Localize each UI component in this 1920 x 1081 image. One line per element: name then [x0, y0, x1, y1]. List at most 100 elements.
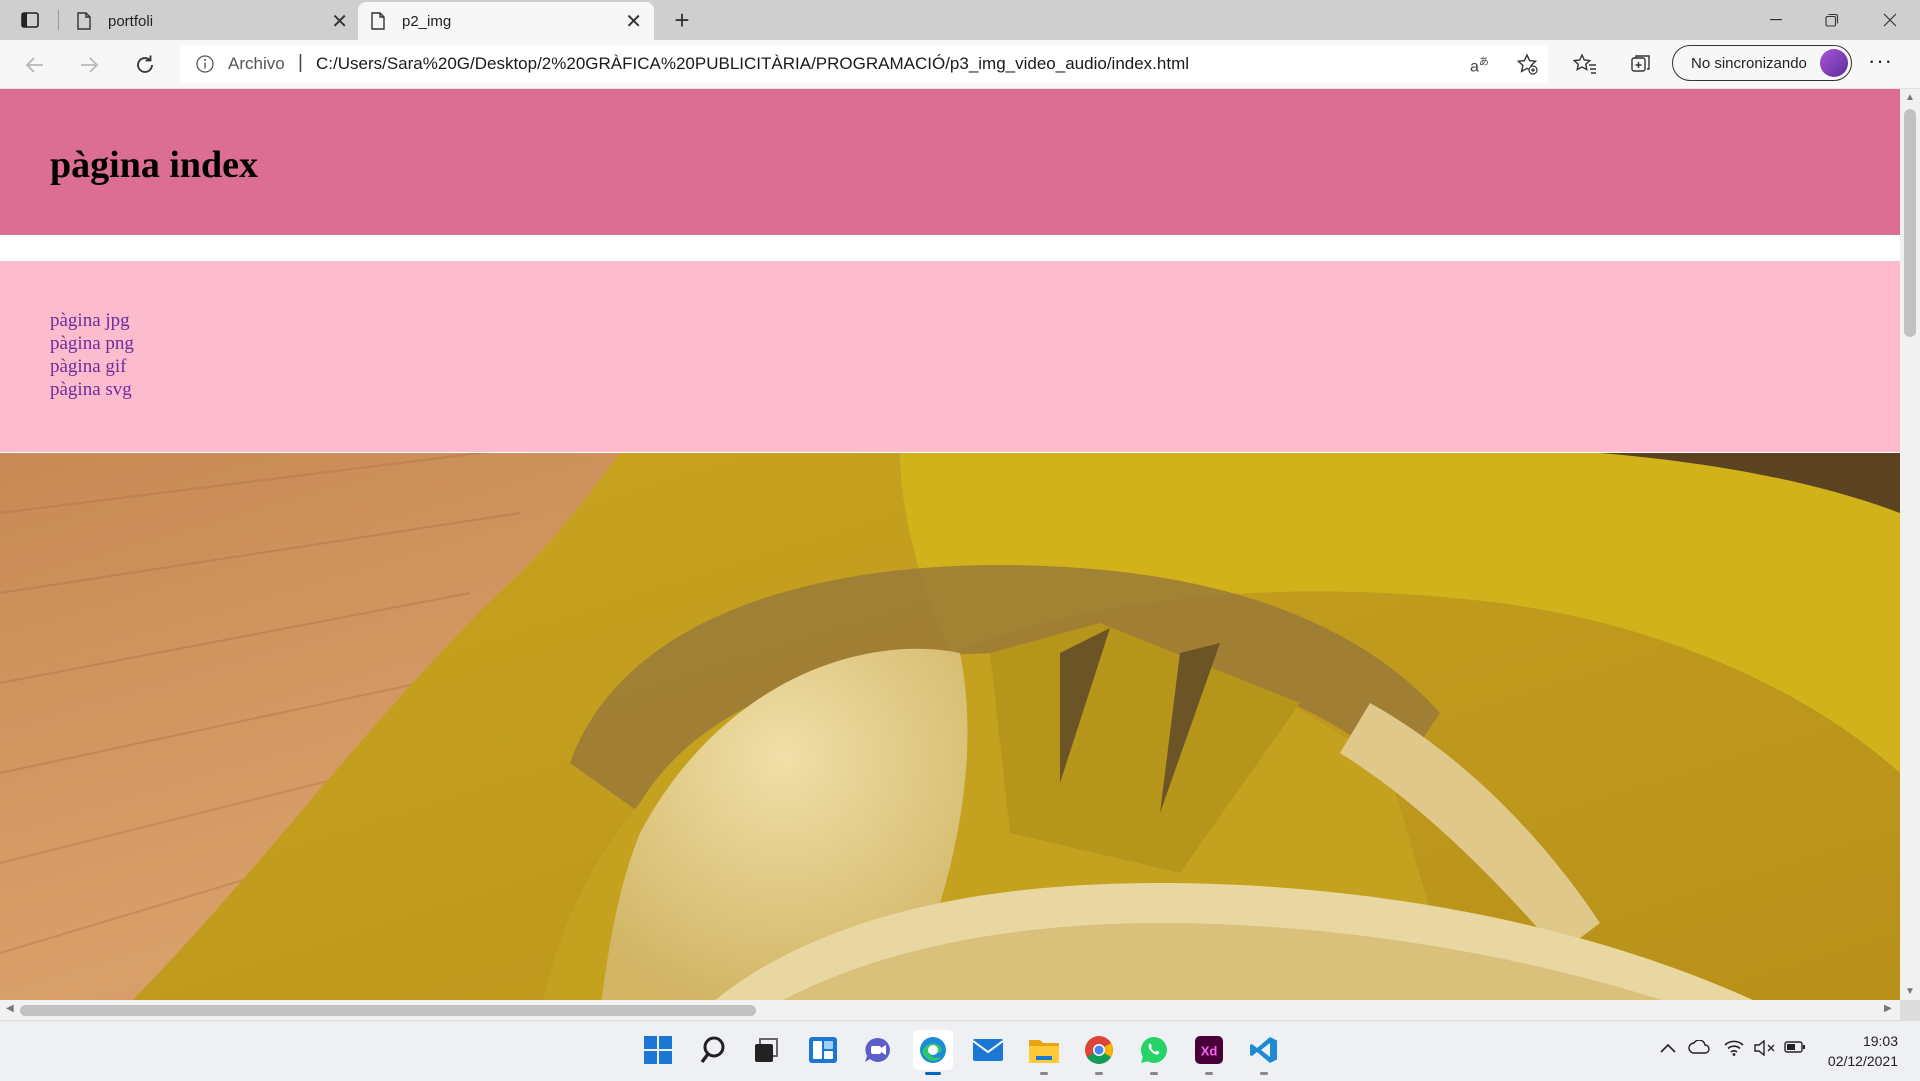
- svg-text:Xd: Xd: [1201, 1044, 1218, 1059]
- scroll-down-icon[interactable]: ▼: [1905, 986, 1915, 997]
- start-button[interactable]: [638, 1030, 678, 1070]
- page-nav: pàgina jpg pàgina png pàgina gif pàgina …: [0, 261, 1900, 452]
- favorites-icon: [1573, 53, 1596, 74]
- list-item: pàgina svg: [50, 378, 134, 401]
- refresh-button[interactable]: [128, 48, 162, 82]
- collections-icon: [1631, 55, 1650, 72]
- restore-icon: [1825, 13, 1839, 27]
- vscode-icon: [1250, 1037, 1277, 1063]
- tab-actions-button[interactable]: [16, 6, 44, 34]
- add-favorite-icon[interactable]: [1516, 53, 1538, 75]
- browser-toolbar: Archivo | C:/Users/Sara%20G/Desktop/2%20…: [0, 40, 1920, 89]
- restore-button[interactable]: [1804, 0, 1860, 40]
- search-icon: [700, 1036, 725, 1064]
- start-icon: [644, 1036, 672, 1064]
- widgets-icon: [809, 1037, 837, 1063]
- system-clock[interactable]: 19:03 02/12/2021: [1828, 1031, 1898, 1071]
- wifi-icon[interactable]: [1724, 1040, 1744, 1060]
- search-button[interactable]: [694, 1030, 734, 1070]
- address-url[interactable]: C:/Users/Sara%20G/Desktop/2%20GRÀFICA%20…: [316, 54, 1189, 74]
- scroll-up-icon[interactable]: ▲: [1905, 92, 1915, 103]
- close-tab-icon[interactable]: ✕: [331, 9, 348, 34]
- vertical-scroll-thumb[interactable]: [1904, 109, 1916, 337]
- scroll-left-icon[interactable]: ◀: [6, 1003, 14, 1014]
- avatar: [1820, 49, 1848, 77]
- tab-p2-img[interactable]: p2_img ✕: [358, 2, 654, 40]
- running-indicator: [1095, 1072, 1103, 1075]
- tab-separator: [58, 10, 59, 30]
- close-icon: [1883, 13, 1897, 27]
- speaker-mute-icon: [1754, 1039, 1775, 1057]
- widgets-button[interactable]: [803, 1030, 843, 1070]
- edge-icon: [920, 1037, 946, 1063]
- tab-portfoli[interactable]: portfoli ✕: [64, 2, 360, 40]
- file-explorer-button[interactable]: [1024, 1030, 1064, 1075]
- nav-list: pàgina jpg pàgina png pàgina gif pàgina …: [50, 309, 134, 401]
- link-png[interactable]: pàgina png: [50, 333, 134, 354]
- volume-muted-icon[interactable]: [1754, 1039, 1776, 1060]
- cloud-icon: [1688, 1039, 1710, 1054]
- running-indicator: [1205, 1072, 1213, 1075]
- running-indicator: [1150, 1072, 1158, 1075]
- refresh-icon: [137, 55, 153, 73]
- clock-date: 02/12/2021: [1827, 1053, 1898, 1069]
- document-icon: [371, 12, 385, 30]
- whatsapp-button[interactable]: [1134, 1030, 1174, 1075]
- chevron-up-icon: [1660, 1043, 1676, 1053]
- horizontal-scroll-thumb[interactable]: [20, 1005, 756, 1016]
- teams-chat-button[interactable]: [858, 1030, 898, 1070]
- list-item: pàgina png: [50, 332, 134, 355]
- document-icon: [77, 12, 91, 30]
- vscode-button[interactable]: [1244, 1030, 1284, 1075]
- profile-button[interactable]: No sincronizando: [1672, 45, 1852, 81]
- horizontal-scrollbar[interactable]: ◀ ▶: [0, 1000, 1900, 1020]
- list-item: pàgina jpg: [50, 309, 134, 332]
- running-indicator: [1040, 1072, 1048, 1075]
- chrome-button[interactable]: [1079, 1030, 1119, 1075]
- settings-more-icon[interactable]: ···: [1868, 48, 1893, 74]
- new-tab-button[interactable]: +: [666, 4, 698, 36]
- link-svg[interactable]: pàgina svg: [50, 379, 132, 400]
- task-view-icon: [755, 1038, 778, 1062]
- clock-time: 19:03: [1862, 1033, 1898, 1049]
- running-indicator: [1260, 1072, 1268, 1075]
- minimize-icon: [1770, 19, 1782, 21]
- taskbar: Xd 19:03 02/12/2021: [0, 1020, 1920, 1081]
- banana-image: [0, 453, 1900, 1000]
- vertical-scrollbar[interactable]: ▲ ▼: [1900, 89, 1920, 1000]
- link-gif[interactable]: pàgina gif: [50, 356, 127, 377]
- link-jpg[interactable]: pàgina jpg: [50, 310, 130, 331]
- address-scheme-label: Archivo: [228, 54, 285, 73]
- list-item: pàgina gif: [50, 355, 134, 378]
- tab-title: portfoli: [108, 12, 154, 30]
- onedrive-icon[interactable]: [1688, 1039, 1710, 1058]
- mail-icon: [972, 1039, 1004, 1061]
- scroll-right-icon[interactable]: ▶: [1884, 1003, 1892, 1014]
- read-aloud-icon[interactable]: aあ: [1470, 53, 1489, 76]
- favorites-button[interactable]: [1570, 49, 1600, 79]
- page-header: pàgina index: [0, 89, 1900, 235]
- info-icon[interactable]: [196, 55, 214, 73]
- close-window-button[interactable]: [1862, 0, 1918, 40]
- scrollbar-corner: [1900, 1000, 1920, 1020]
- edge-button[interactable]: [913, 1030, 953, 1075]
- address-bar[interactable]: Archivo | C:/Users/Sara%20G/Desktop/2%20…: [180, 45, 1548, 83]
- back-button[interactable]: [18, 48, 52, 82]
- profile-label: No sincronizando: [1691, 54, 1807, 72]
- address-divider: |: [298, 52, 303, 73]
- forward-arrow-icon: [81, 57, 99, 73]
- back-arrow-icon: [25, 57, 43, 73]
- battery-icon[interactable]: [1784, 1040, 1806, 1058]
- mail-button[interactable]: [968, 1030, 1008, 1070]
- minimize-button[interactable]: [1748, 0, 1804, 40]
- battery-level-icon: [1784, 1041, 1805, 1053]
- close-tab-icon[interactable]: ✕: [625, 9, 642, 34]
- adobe-xd-button[interactable]: Xd: [1189, 1030, 1229, 1075]
- banana-photo: [0, 453, 1900, 1000]
- whatsapp-icon: [1140, 1036, 1167, 1063]
- task-view-button[interactable]: [746, 1030, 786, 1070]
- tab-actions-icon: [21, 12, 39, 28]
- show-hidden-icons-icon[interactable]: [1660, 1040, 1676, 1057]
- forward-button[interactable]: [72, 48, 106, 82]
- collections-button[interactable]: [1626, 49, 1656, 79]
